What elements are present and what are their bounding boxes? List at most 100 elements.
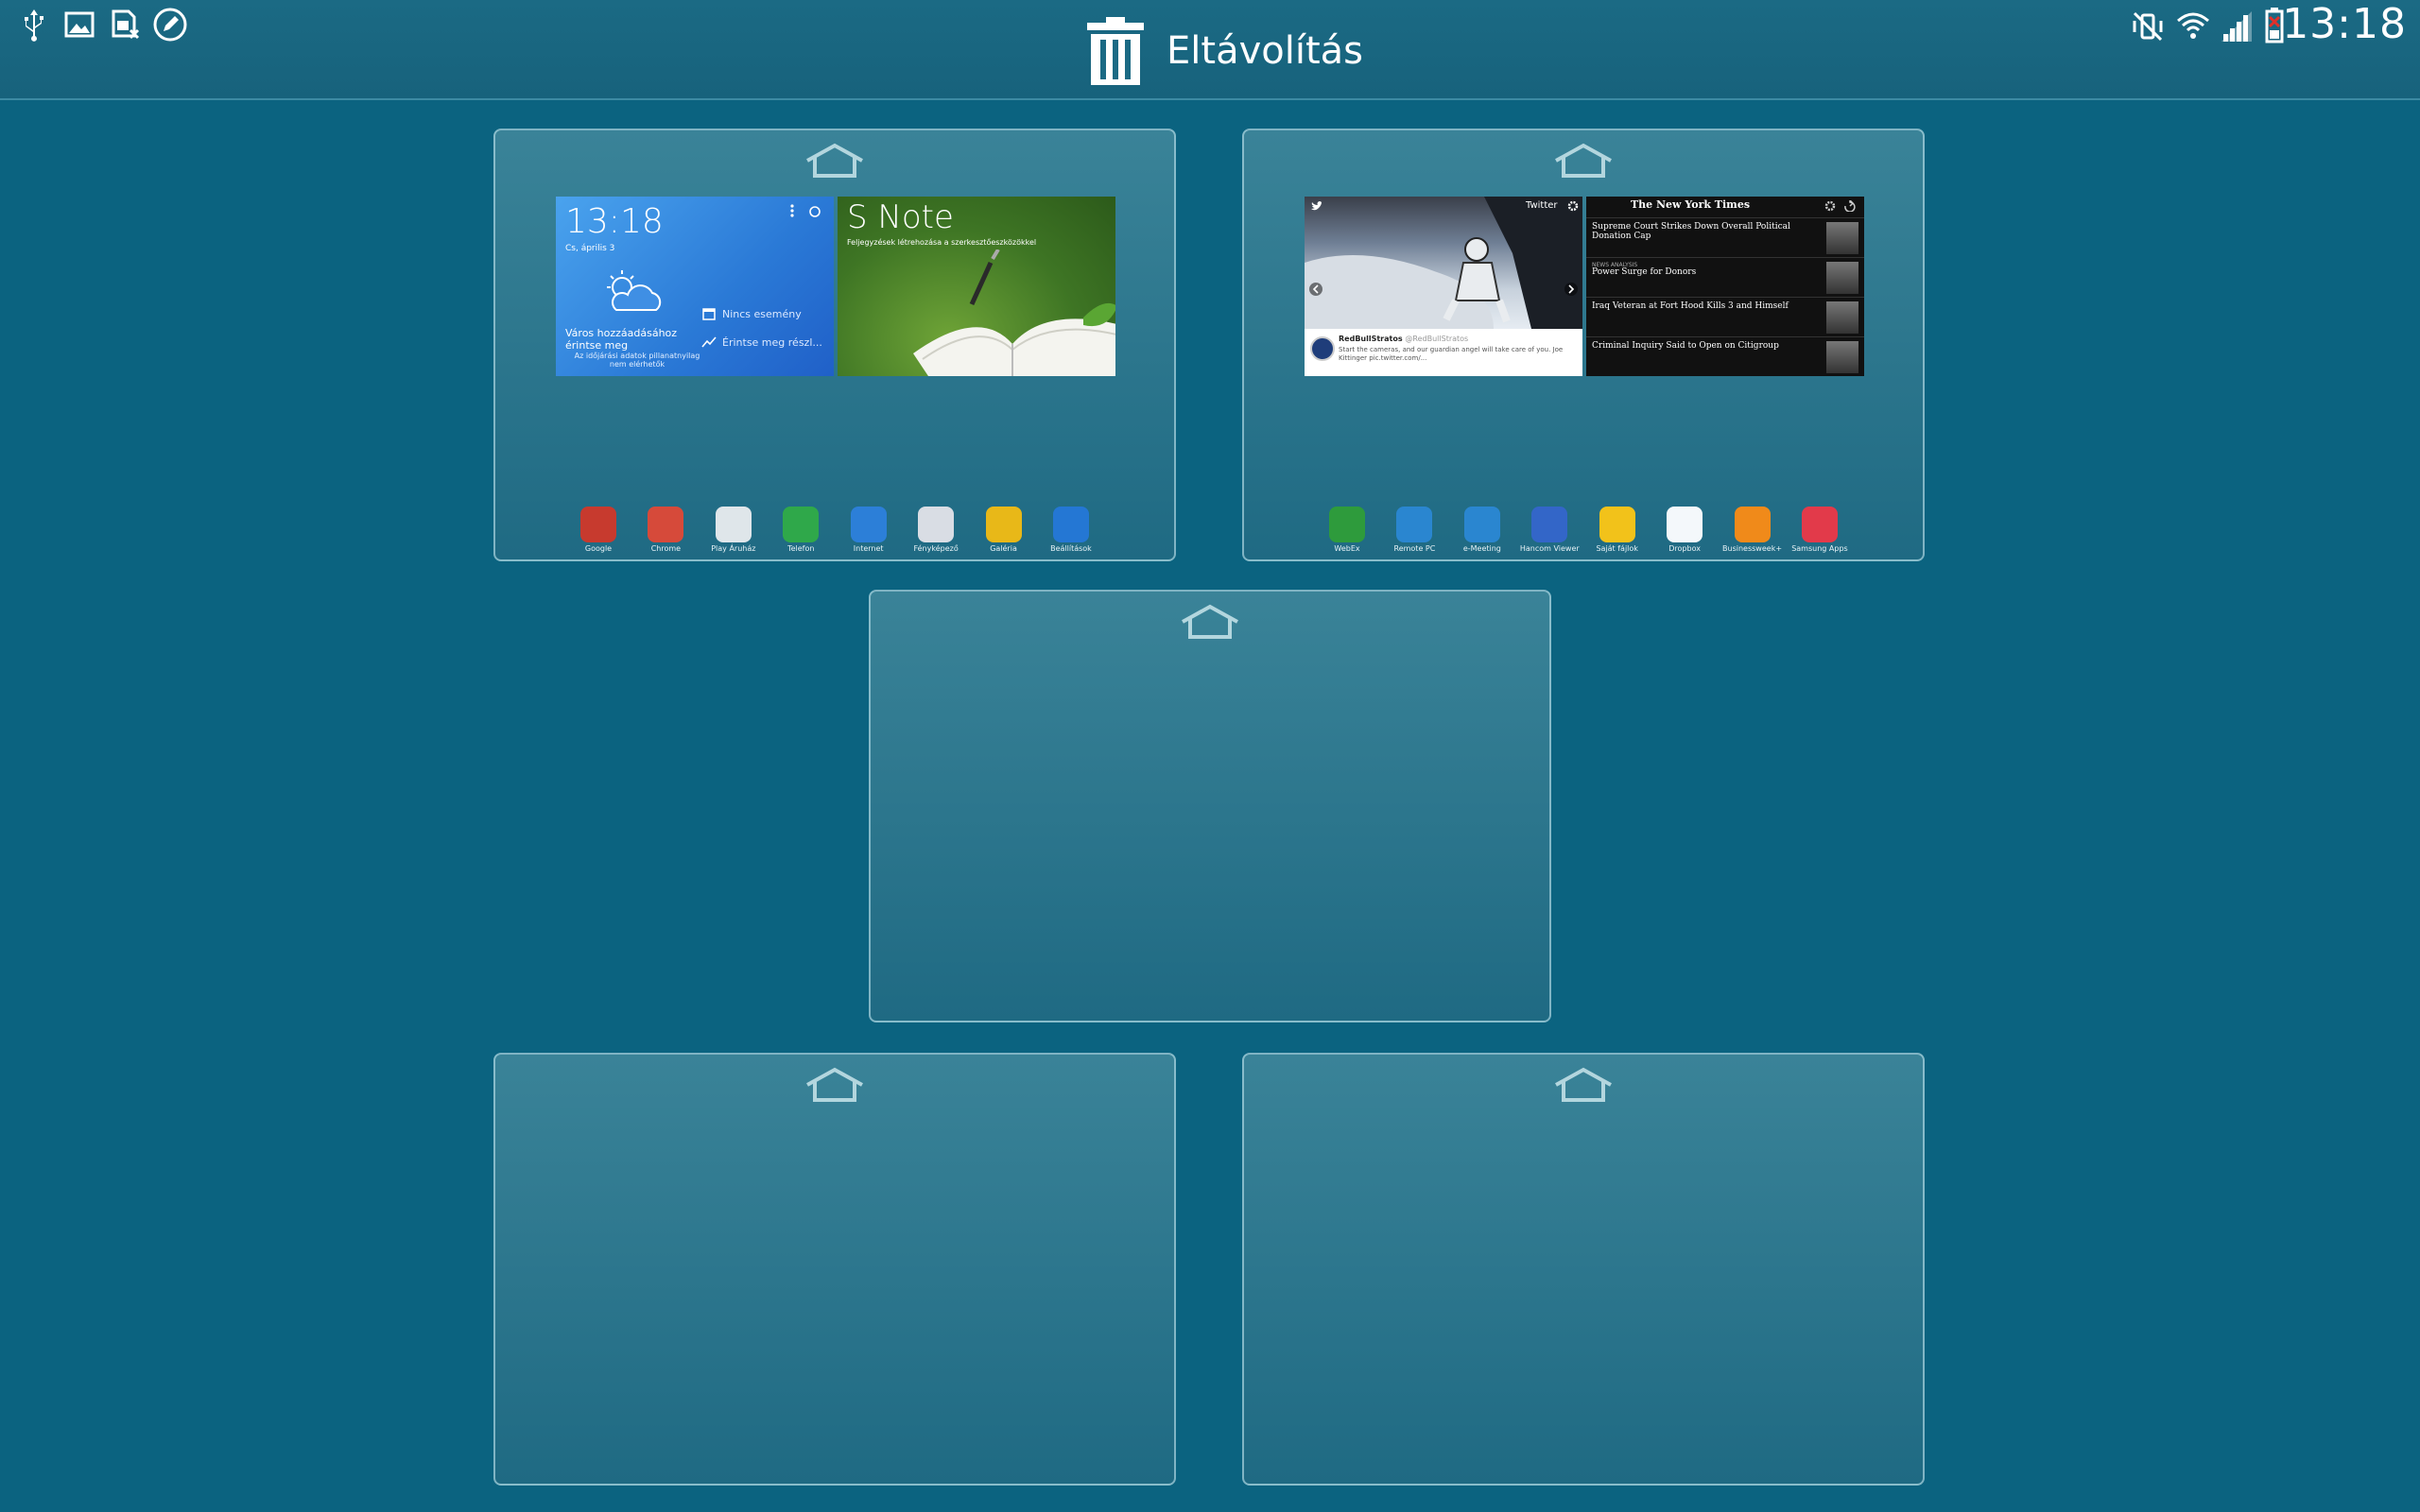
app-label: Remote PC <box>1393 544 1436 553</box>
headline-title: Iraq Veteran at Fort Hood Kills 3 and Hi… <box>1592 301 1789 311</box>
hancom-viewer-icon <box>1531 507 1568 542</box>
twitter-bird-icon <box>1311 201 1323 211</box>
wifi-icon <box>2177 12 2209 39</box>
stocks-icon <box>701 336 717 348</box>
app-label: Telefon <box>787 544 815 553</box>
headline-title: Criminal Inquiry Said to Open on Citigro… <box>1592 341 1779 351</box>
weather-note: Az időjárási adatok pillanatnyilag nem e… <box>574 352 700 369</box>
status-bar: 13:18 Eltávolítás <box>0 0 2420 100</box>
headline-thumbnail <box>1826 341 1858 373</box>
home-icon[interactable] <box>1550 142 1616 180</box>
clock: 13:18 <box>2282 0 2407 48</box>
event-text: Nincs esemény <box>722 308 802 320</box>
folder-icon <box>1599 507 1635 542</box>
headline-thumbnail <box>1826 222 1858 254</box>
home-icon[interactable] <box>802 1066 868 1104</box>
app-label: Galéria <box>990 544 1017 553</box>
phone-icon <box>783 507 820 542</box>
businessweek-icon <box>1734 507 1771 542</box>
app-shortcut[interactable]: e-Meeting <box>1451 507 1513 556</box>
gallery-icon <box>64 11 95 38</box>
app-label: Chrome <box>650 544 682 553</box>
headline-row[interactable]: Supreme Court Strikes Down Overall Polit… <box>1586 217 1864 258</box>
trash-icon <box>1087 17 1144 85</box>
camera-icon <box>918 507 955 542</box>
app-label: Dropbox <box>1668 544 1701 553</box>
home-icon[interactable] <box>802 142 868 180</box>
s-note-widget[interactable]: S Note Feljegyzések létrehozása a szerke… <box>838 197 1115 376</box>
app-shortcut[interactable]: Chrome <box>634 507 697 556</box>
app-label: Saját fájlok <box>1596 544 1638 553</box>
settings-icon <box>1052 507 1089 542</box>
widget-date: Cs, április 3 <box>565 244 615 253</box>
headline-thumbnail <box>1826 301 1858 334</box>
nyt-widget[interactable]: The New York Times Supreme Court Strikes… <box>1586 197 1864 376</box>
city-prompt: Város hozzáadásához érintse meg <box>565 327 678 352</box>
app-shortcut[interactable]: Businessweek+ <box>1721 507 1784 556</box>
touch-text: Érintse meg részl... <box>722 336 822 349</box>
home-icon[interactable] <box>1550 1066 1616 1104</box>
nyt-toolbar-icons[interactable] <box>1824 200 1857 212</box>
headline-title: Power Surge for Donors <box>1592 267 1697 277</box>
settings-icon[interactable] <box>1567 200 1579 212</box>
webex-icon <box>1329 507 1365 542</box>
app-label: WebEx <box>1334 544 1360 553</box>
avatar <box>1310 336 1335 361</box>
app-shortcut[interactable]: WebEx <box>1316 507 1378 556</box>
app-shortcut[interactable]: Hancom Viewer <box>1518 507 1581 556</box>
app-shortcut[interactable]: Internet <box>838 507 900 556</box>
tweet-card[interactable]: RedBullStratos @RedBullStratos Start the… <box>1305 329 1582 376</box>
headline-row[interactable]: Iraq Veteran at Fort Hood Kills 3 and Hi… <box>1586 297 1864 337</box>
pen-note-icon <box>153 8 187 42</box>
tweet-account: RedBullStratos @RedBullStratos <box>1339 335 1469 343</box>
globe-icon <box>850 507 887 542</box>
app-shortcut[interactable]: Galéria <box>973 507 1035 556</box>
home-icon[interactable] <box>1177 603 1243 641</box>
app-shortcut[interactable]: Beállítások <box>1040 507 1102 556</box>
weather-cloud-icon <box>607 270 662 311</box>
app-label: Play Áruház <box>711 544 756 553</box>
s-note-title: S Note <box>847 198 954 236</box>
app-shortcut[interactable]: Fényképező <box>905 507 967 556</box>
google-folder-icon <box>580 507 616 542</box>
app-dock: WebEx Remote PC e-Meeting Hancom Viewer Sajá… <box>1305 507 1862 556</box>
headline-row[interactable]: NEWS ANALYSIS Power Surge for Donors <box>1586 257 1864 298</box>
home-page-panel-4[interactable] <box>493 1053 1176 1486</box>
tweet-text: Start the cameras, and our guardian ange… <box>1339 346 1564 362</box>
clock-weather-widget[interactable]: 13:18 Cs, április 3 Város hozzáadásához … <box>556 197 834 376</box>
nyt-brand: The New York Times <box>1630 198 1751 211</box>
gallery-icon <box>985 507 1022 542</box>
samsung-apps-icon <box>1801 507 1838 542</box>
home-page-panel-2[interactable]: Twitter RedBullStratos @RedBullStratos S… <box>1242 129 1925 561</box>
app-label: Fényképező <box>913 544 959 553</box>
app-shortcut[interactable]: Remote PC <box>1383 507 1445 556</box>
calendar-icon <box>702 308 716 320</box>
twitter-brand: Twitter <box>1526 200 1558 211</box>
app-shortcut[interactable]: Samsung Apps <box>1789 507 1851 556</box>
app-shortcut[interactable]: Play Áruház <box>702 507 765 556</box>
headline-title: Supreme Court Strikes Down Overall Polit… <box>1592 222 1790 241</box>
app-label: e-Meeting <box>1462 544 1501 553</box>
app-shortcut[interactable]: Dropbox <box>1653 507 1716 556</box>
widget-time: 13:18 <box>565 202 664 241</box>
next-arrow-icon[interactable] <box>1564 282 1579 297</box>
app-label: Hancom Viewer <box>1519 544 1580 553</box>
app-label: Samsung Apps <box>1791 544 1848 553</box>
twitter-widget[interactable]: Twitter RedBullStratos @RedBullStratos S… <box>1305 197 1582 376</box>
home-page-panel-1[interactable]: 13:18 Cs, április 3 Város hozzáadásához … <box>493 129 1176 561</box>
s-note-subtitle: Feljegyzések létrehozása a szerkesztőesz… <box>847 238 1037 247</box>
headline-thumbnail <box>1826 262 1858 294</box>
app-shortcut[interactable]: Saját fájlok <box>1586 507 1649 556</box>
remove-drop-zone[interactable]: Eltávolítás <box>1085 13 1363 89</box>
home-page-panel-3[interactable] <box>869 590 1551 1022</box>
play-store-icon <box>715 507 752 542</box>
notebook-image <box>913 249 1115 376</box>
mute-vibrate-icon <box>2133 11 2163 42</box>
dropbox-icon <box>1667 507 1703 542</box>
headline-row[interactable]: Criminal Inquiry Said to Open on Citigro… <box>1586 336 1864 376</box>
home-page-panel-5[interactable] <box>1242 1053 1925 1486</box>
previous-arrow-icon[interactable] <box>1308 282 1323 297</box>
app-dock: Google Chrome Play Áruház Telefon Internet Fé… <box>556 507 1114 556</box>
app-shortcut[interactable]: Google <box>567 507 630 556</box>
app-shortcut[interactable]: Telefon <box>769 507 832 556</box>
